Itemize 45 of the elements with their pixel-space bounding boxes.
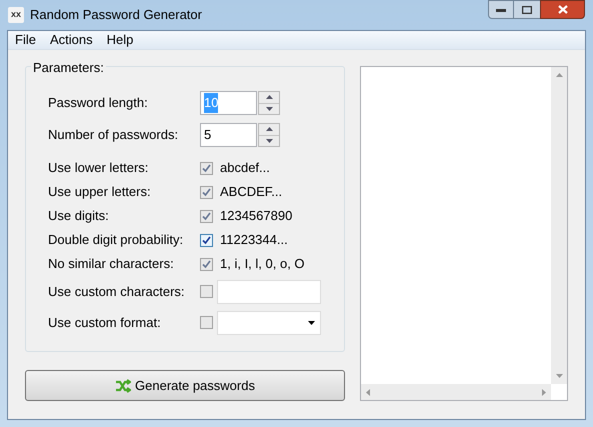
maximize-button[interactable] [514, 0, 540, 19]
right-arrow-icon [542, 388, 546, 396]
dropdown-arrow-icon [308, 320, 315, 324]
option-label: Use custom format: [48, 314, 162, 332]
window-title: Random Password Generator [30, 6, 202, 24]
menu-item[interactable]: File [8, 30, 43, 50]
field-label: Number of passwords: [48, 126, 180, 144]
option-example: 11223344... [220, 231, 288, 250]
down-arrow-icon [556, 374, 562, 378]
option-label: Use digits: [48, 207, 110, 226]
field-label: Password length: [48, 94, 149, 112]
horizontal-scrollbar[interactable] [361, 384, 551, 400]
close-button[interactable] [540, 0, 585, 19]
spin-buttons[interactable] [258, 91, 280, 115]
spin-buttons[interactable] [258, 123, 280, 147]
option-label: Use custom characters: [48, 282, 186, 301]
maximize-icon [522, 6, 532, 14]
up-arrow-icon [266, 95, 272, 100]
shuffle-icon [115, 378, 132, 392]
option-label: Use upper letters: [48, 183, 152, 202]
minimize-icon [496, 8, 506, 12]
field-value: 5 [204, 126, 212, 144]
vertical-scrollbar[interactable] [551, 67, 567, 384]
up-arrow-icon [266, 127, 272, 132]
menu-item[interactable]: Actions [42, 30, 100, 50]
down-arrow-icon [266, 106, 272, 111]
option-label: No similar characters: [48, 255, 175, 274]
option-example: 1, i, I, l, 0, o, O [220, 255, 305, 274]
option-label: Double digit probability: [48, 231, 184, 250]
generate-button[interactable]: Generate passwords [25, 370, 345, 401]
number-field[interactable]: 5 [200, 123, 257, 147]
option-label: Use lower letters: [48, 159, 150, 178]
up-arrow-icon [556, 73, 562, 77]
down-arrow-icon [266, 138, 272, 143]
option-example: ABCDEF... [220, 183, 282, 202]
minimize-button[interactable] [488, 0, 514, 19]
field-value: 10 [204, 93, 218, 113]
close-icon [558, 5, 568, 14]
custom-characters-field[interactable] [217, 280, 321, 304]
app-icon: xx [8, 7, 24, 23]
checkbox[interactable] [200, 234, 213, 246]
left-arrow-icon [366, 388, 370, 396]
menu-item[interactable]: Help [100, 30, 140, 50]
option-example: 1234567890 [220, 207, 292, 226]
option-example: abcdef... [220, 159, 270, 178]
